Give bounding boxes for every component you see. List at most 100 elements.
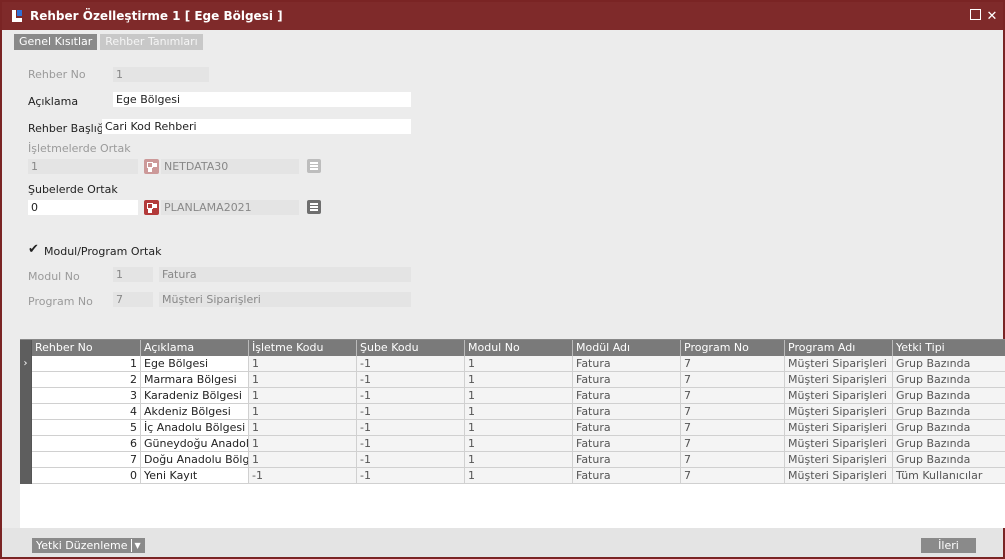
table-row[interactable]: 3 Karadeniz Bölgesi 1 -1 1 Fatura 7 Müşteri Sip… [20, 388, 1005, 404]
table-cell[interactable]: Müşteri Siparişleri [785, 388, 893, 404]
row-indicator[interactable] [20, 372, 32, 388]
table-cell[interactable]: -1 [249, 468, 357, 484]
row-indicator[interactable] [20, 468, 32, 484]
table-cell[interactable]: Grup Bazında [893, 420, 1005, 436]
table-row[interactable]: 7 Doğu Anadolu Bölg 1 -1 1 Fatura 7 Müşteri Sip… [20, 452, 1005, 468]
table-row[interactable]: 2 Marmara Bölgesi 1 -1 1 Fatura 7 Müşteri Sipar… [20, 372, 1005, 388]
row-indicator[interactable] [20, 404, 32, 420]
table-cell[interactable]: Fatura [573, 356, 681, 372]
sube-list-icon[interactable] [307, 200, 321, 214]
table-cell[interactable]: Grup Bazında [893, 436, 1005, 452]
table-cell[interactable]: 1 [465, 436, 573, 452]
table-cell[interactable]: 1 [32, 356, 141, 372]
yetki-duzenleme-button[interactable]: Yetki Düzenleme ▼ [32, 538, 145, 553]
table-row[interactable]: › 1 Ege Bölgesi 1 -1 1 Fatura 7 Müşteri Siparişl… [20, 356, 1005, 372]
tab-genel-kisitlar[interactable]: Genel Kısıtlar [14, 34, 98, 50]
table-cell[interactable]: 7 [681, 388, 785, 404]
table-cell[interactable]: Müşteri Siparişleri [785, 356, 893, 372]
table-cell[interactable]: Fatura [573, 372, 681, 388]
table-cell[interactable]: Grup Bazında [893, 452, 1005, 468]
table-cell[interactable]: 4 [32, 404, 141, 420]
col-program-no[interactable]: Program No [681, 340, 785, 356]
row-indicator[interactable] [20, 452, 32, 468]
sube-picker-icon[interactable] [144, 200, 159, 215]
table-cell[interactable]: Güneydoğu Anadol [141, 436, 249, 452]
current-row-indicator-icon[interactable]: › [20, 356, 32, 372]
table-cell[interactable]: 1 [249, 452, 357, 468]
table-cell[interactable]: -1 [357, 404, 465, 420]
table-cell[interactable]: Fatura [573, 436, 681, 452]
table-cell[interactable]: 1 [249, 404, 357, 420]
table-cell[interactable]: 0 [32, 468, 141, 484]
table-cell[interactable]: 1 [249, 388, 357, 404]
col-sube-kodu[interactable]: Şube Kodu [357, 340, 465, 356]
table-cell[interactable]: 1 [249, 372, 357, 388]
col-aciklama[interactable]: Açıklama [141, 340, 249, 356]
close-icon[interactable]: ✕ [985, 9, 999, 24]
table-cell[interactable]: Yeni Kayıt [141, 468, 249, 484]
table-row[interactable]: 0 Yeni Kayıt -1 -1 1 Fatura 7 Müşteri Siparişle… [20, 468, 1005, 484]
ileri-button[interactable]: İleri [921, 538, 976, 553]
col-modul-no[interactable]: Modul No [465, 340, 573, 356]
table-cell[interactable]: -1 [357, 452, 465, 468]
table-cell[interactable]: İç Anadolu Bölgesi [141, 420, 249, 436]
table-cell[interactable]: 7 [681, 452, 785, 468]
table-cell[interactable]: Ege Bölgesi [141, 356, 249, 372]
table-cell[interactable]: Müşteri Siparişleri [785, 404, 893, 420]
table-cell[interactable]: 1 [465, 452, 573, 468]
maximize-icon[interactable] [970, 9, 981, 20]
table-cell[interactable]: -1 [357, 388, 465, 404]
col-program-adi[interactable]: Program Adı [785, 340, 893, 356]
table-cell[interactable]: 1 [249, 436, 357, 452]
row-indicator[interactable] [20, 388, 32, 404]
col-rehber-no[interactable]: Rehber No [32, 340, 141, 356]
table-row[interactable]: 5 İç Anadolu Bölgesi 1 -1 1 Fatura 7 Müşteri Si… [20, 420, 1005, 436]
rehber-basligi-input[interactable]: Cari Kod Rehberi [102, 119, 411, 134]
table-cell[interactable]: -1 [357, 356, 465, 372]
table-cell[interactable]: 7 [681, 404, 785, 420]
table-cell[interactable]: 7 [681, 356, 785, 372]
table-cell[interactable]: Fatura [573, 404, 681, 420]
aciklama-input[interactable]: Ege Bölgesi [113, 92, 411, 107]
rehber-grid[interactable]: Rehber No Açıklama İşletme Kodu Şube Kod… [20, 339, 1005, 528]
table-row[interactable]: 6 Güneydoğu Anadol 1 -1 1 Fatura 7 Müşteri Sipa… [20, 436, 1005, 452]
table-cell[interactable]: Müşteri Siparişleri [785, 452, 893, 468]
table-cell[interactable]: -1 [357, 468, 465, 484]
table-cell[interactable]: 3 [32, 388, 141, 404]
col-isletme-kodu[interactable]: İşletme Kodu [249, 340, 357, 356]
table-cell[interactable]: Fatura [573, 388, 681, 404]
table-cell[interactable]: 1 [465, 404, 573, 420]
table-cell[interactable]: Fatura [573, 452, 681, 468]
sube-code-input[interactable]: 0 [28, 200, 138, 215]
table-row[interactable]: 4 Akdeniz Bölgesi 1 -1 1 Fatura 7 Müşteri Sipar… [20, 404, 1005, 420]
table-cell[interactable]: Doğu Anadolu Bölg [141, 452, 249, 468]
table-cell[interactable]: Grup Bazında [893, 372, 1005, 388]
table-cell[interactable]: Tüm Kullanıcılar [893, 468, 1005, 484]
title-bar[interactable]: Rehber Özelleştirme 1 [ Ege Bölgesi ] ✕ [2, 2, 1003, 30]
col-yetki-tipi[interactable]: Yetki Tipi [893, 340, 1005, 356]
table-cell[interactable]: Müşteri Siparişleri [785, 468, 893, 484]
table-cell[interactable]: 5 [32, 420, 141, 436]
table-cell[interactable]: Marmara Bölgesi [141, 372, 249, 388]
table-cell[interactable]: 7 [681, 372, 785, 388]
table-cell[interactable]: 1 [465, 468, 573, 484]
table-cell[interactable]: Grup Bazında [893, 356, 1005, 372]
table-cell[interactable]: 7 [681, 436, 785, 452]
table-cell[interactable]: 1 [465, 356, 573, 372]
table-cell[interactable]: 7 [681, 468, 785, 484]
table-cell[interactable]: Akdeniz Bölgesi [141, 404, 249, 420]
table-cell[interactable]: 6 [32, 436, 141, 452]
table-cell[interactable]: -1 [357, 372, 465, 388]
table-cell[interactable]: 1 [249, 356, 357, 372]
table-cell[interactable]: -1 [357, 420, 465, 436]
row-indicator[interactable] [20, 420, 32, 436]
dropdown-arrow-icon[interactable]: ▼ [135, 538, 141, 553]
table-cell[interactable]: 2 [32, 372, 141, 388]
table-cell[interactable]: -1 [357, 436, 465, 452]
col-modul-adi[interactable]: Modül Adı [573, 340, 681, 356]
table-cell[interactable]: Grup Bazında [893, 404, 1005, 420]
tab-rehber-tanimlari[interactable]: Rehber Tanımları [100, 34, 203, 50]
table-cell[interactable]: Müşteri Siparişleri [785, 436, 893, 452]
table-cell[interactable]: Karadeniz Bölgesi [141, 388, 249, 404]
modul-program-ortak-checkbox[interactable]: ✔ [28, 242, 39, 257]
